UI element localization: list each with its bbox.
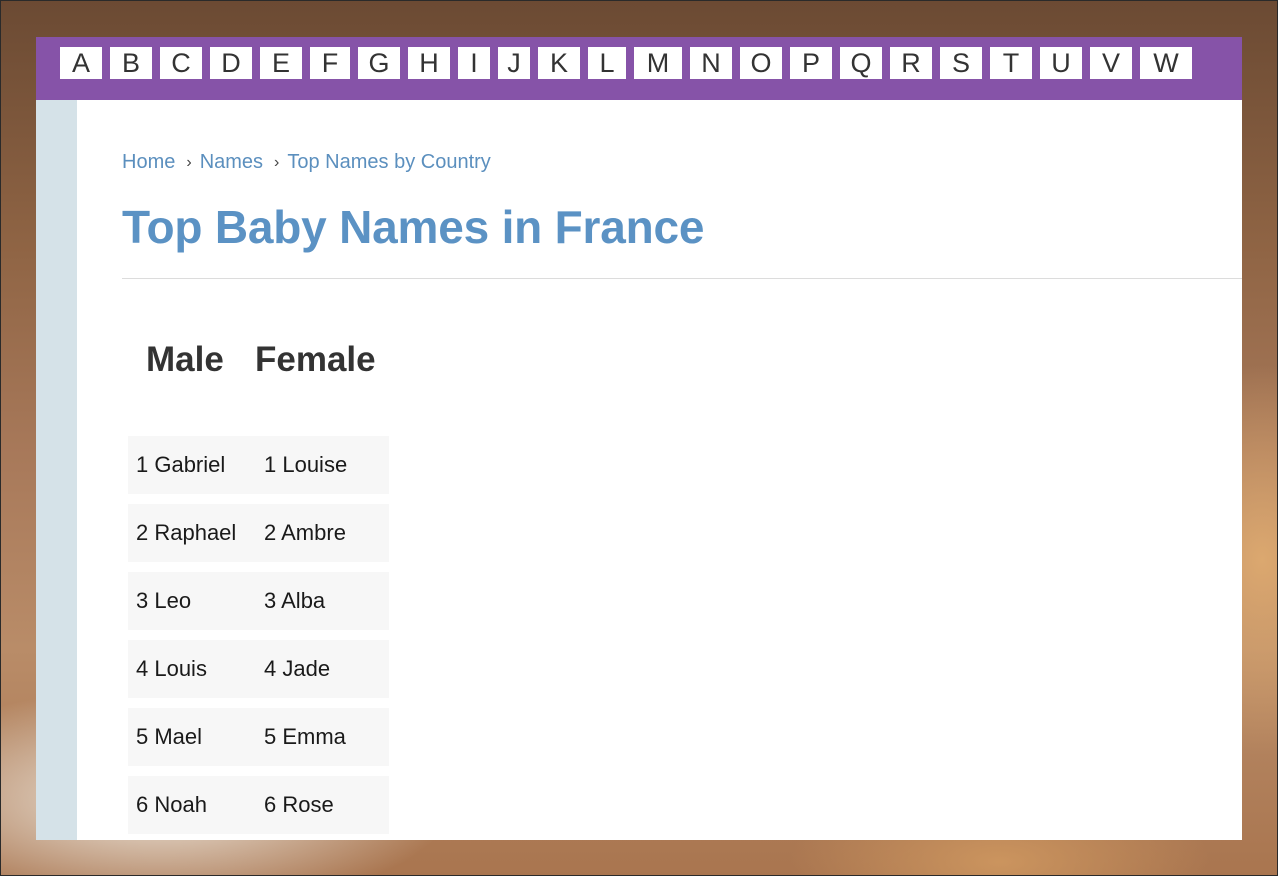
table-row: 3 Leo 3 Alba	[128, 572, 389, 630]
alphabet-letter-l[interactable]: L	[588, 47, 626, 79]
breadcrumb-separator: ›	[186, 154, 192, 171]
female-column-header: Female	[255, 340, 376, 379]
alphabet-letter-o[interactable]: O	[740, 47, 782, 79]
main-content: Home › Names › Top Names by Country Top Baby…	[122, 100, 1242, 840]
page-container: ABCDEFGHIJKLMNOPQRSTUVW Home › Names › Top N…	[36, 37, 1242, 840]
table-row: 4 Louis 4 Jade	[128, 640, 389, 698]
alphabet-letter-p[interactable]: P	[790, 47, 832, 79]
alphabet-letter-list: ABCDEFGHIJKLMNOPQRSTUVW	[60, 47, 1192, 79]
alphabet-letter-h[interactable]: H	[408, 47, 450, 79]
female-name-cell[interactable]: 6 Rose	[264, 776, 334, 834]
alphabet-letter-g[interactable]: G	[358, 47, 400, 79]
breadcrumb-names-link[interactable]: Names	[200, 151, 263, 173]
breadcrumb-separator: ›	[274, 154, 280, 171]
page-title: Top Baby Names in France	[122, 201, 705, 253]
male-name-cell[interactable]: 3 Leo	[136, 572, 191, 630]
alphabet-letter-j[interactable]: J	[498, 47, 530, 79]
alphabet-letter-k[interactable]: K	[538, 47, 580, 79]
alphabet-letter-a[interactable]: A	[60, 47, 102, 79]
alphabet-letter-i[interactable]: I	[458, 47, 490, 79]
table-row: 5 Mael 5 Emma	[128, 708, 389, 766]
male-name-cell[interactable]: 5 Mael	[136, 708, 202, 766]
alphabet-letter-u[interactable]: U	[1040, 47, 1082, 79]
alphabet-letter-d[interactable]: D	[210, 47, 252, 79]
female-name-cell[interactable]: 4 Jade	[264, 640, 330, 698]
alphabet-letter-s[interactable]: S	[940, 47, 982, 79]
table-row: 2 Raphael 2 Ambre	[128, 504, 389, 562]
alphabet-letter-c[interactable]: C	[160, 47, 202, 79]
alphabet-letter-n[interactable]: N	[690, 47, 732, 79]
female-name-cell[interactable]: 1 Louise	[264, 436, 347, 494]
alphabet-letter-e[interactable]: E	[260, 47, 302, 79]
male-name-cell[interactable]: 6 Noah	[136, 776, 207, 834]
male-name-cell[interactable]: 4 Louis	[136, 640, 207, 698]
breadcrumb: Home › Names › Top Names by Country	[122, 151, 491, 174]
table-row: 1 Gabriel 1 Louise	[128, 436, 389, 494]
alphabet-letter-r[interactable]: R	[890, 47, 932, 79]
alphabet-letter-t[interactable]: T	[990, 47, 1032, 79]
alphabet-nav-bar: ABCDEFGHIJKLMNOPQRSTUVW	[36, 37, 1242, 100]
table-row: 6 Noah 6 Rose	[128, 776, 389, 834]
female-name-cell[interactable]: 3 Alba	[264, 572, 325, 630]
alphabet-letter-b[interactable]: B	[110, 47, 152, 79]
side-strip	[36, 100, 77, 840]
female-name-cell[interactable]: 2 Ambre	[264, 504, 346, 562]
male-column-header: Male	[146, 340, 224, 379]
alphabet-letter-v[interactable]: V	[1090, 47, 1132, 79]
title-divider	[122, 278, 1242, 279]
alphabet-letter-q[interactable]: Q	[840, 47, 882, 79]
alphabet-letter-w[interactable]: W	[1140, 47, 1192, 79]
male-name-cell[interactable]: 1 Gabriel	[136, 436, 225, 494]
breadcrumb-home-link[interactable]: Home	[122, 151, 175, 173]
alphabet-letter-m[interactable]: M	[634, 47, 682, 79]
male-name-cell[interactable]: 2 Raphael	[136, 504, 236, 562]
female-name-cell[interactable]: 5 Emma	[264, 708, 346, 766]
alphabet-letter-f[interactable]: F	[310, 47, 350, 79]
breadcrumb-top-by-country-link[interactable]: Top Names by Country	[287, 151, 490, 173]
